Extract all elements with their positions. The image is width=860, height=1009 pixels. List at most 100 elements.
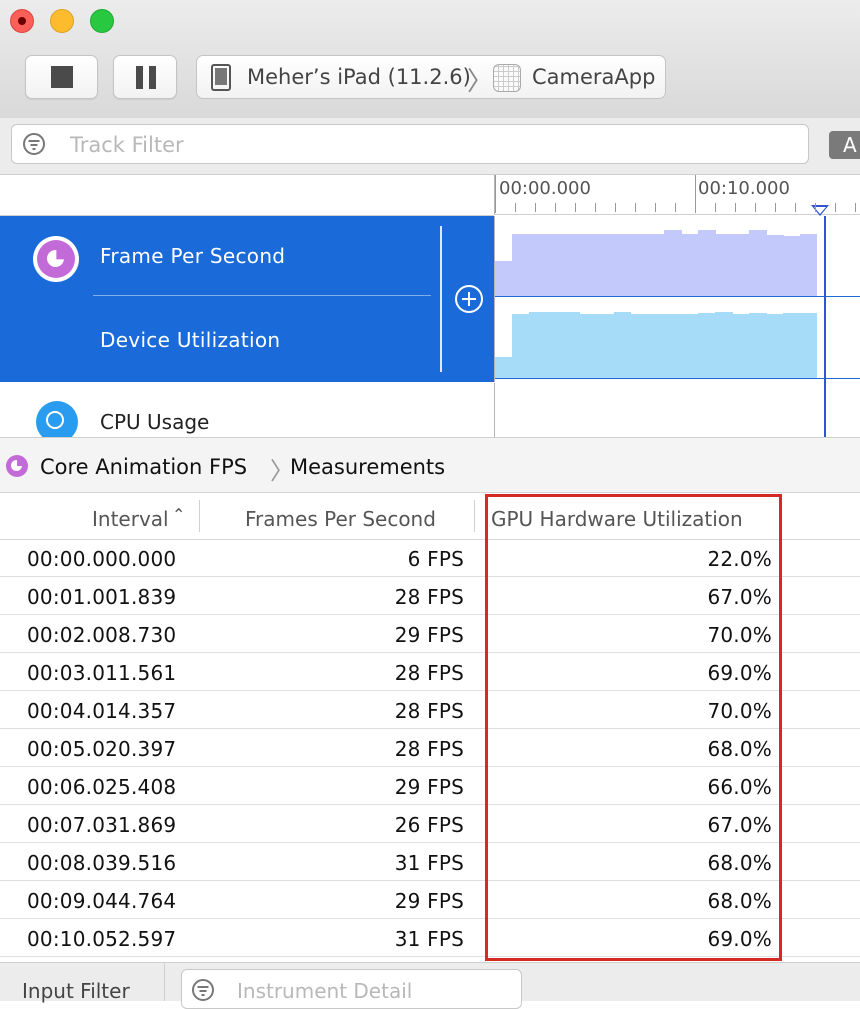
close-dot-icon: [18, 17, 26, 25]
table-row[interactable]: 00:06.025.408 29 FPS 66.0%: [0, 767, 860, 805]
pause-icon: [136, 66, 143, 89]
table-row[interactable]: 00:00.000.000 6 FPS 22.0%: [0, 539, 860, 577]
gpu-utilization-cell: 70.0%: [707, 699, 772, 723]
fps-cell: 28 FPS: [394, 661, 464, 685]
fps-graph-bar: [698, 230, 716, 296]
ruler-minor-tick: [555, 203, 556, 212]
gpu-utilization-cell: 70.0%: [707, 623, 772, 647]
utilization-graph-bar: [800, 313, 818, 378]
fps-graph-bar: [664, 230, 682, 296]
gpu-utilization-cell: 69.0%: [707, 927, 772, 951]
ipad-icon: [211, 64, 231, 91]
interval-cell: 00:03.011.561: [27, 661, 177, 685]
fps-cell: 28 FPS: [394, 585, 464, 609]
fps-cell: 29 FPS: [394, 623, 464, 647]
ruler-major-tick: [495, 175, 496, 213]
breadcrumb-instrument[interactable]: Core Animation FPS: [40, 455, 247, 479]
interval-cell: 00:02.008.730: [27, 623, 177, 647]
ruler-minor-tick: [835, 203, 836, 212]
track-cpu-usage[interactable]: CPU Usage: [0, 383, 494, 443]
ruler-minor-tick: [735, 203, 736, 212]
fps-cell: 26 FPS: [394, 813, 464, 837]
measurements-table: 00:00.000.000 6 FPS 22.0% 00:01.001.839 28 F…: [0, 539, 860, 957]
sort-ascending-icon[interactable]: ⌃: [172, 505, 185, 524]
utilization-graph-bar: [545, 312, 564, 378]
fps-cell: 29 FPS: [394, 775, 464, 799]
track-filter-input[interactable]: Track Filter: [11, 124, 809, 164]
table-row[interactable]: 00:08.039.516 31 FPS 68.0%: [0, 843, 860, 881]
close-window-button[interactable]: [10, 9, 34, 33]
column-header-fps[interactable]: Frames Per Second: [245, 507, 436, 531]
ruler-minor-tick: [575, 203, 576, 212]
zoom-window-button[interactable]: [90, 9, 114, 33]
ruler-minor-tick: [795, 203, 796, 212]
target-app-name: CameraApp: [532, 65, 656, 89]
target-device-selector[interactable]: Meher’s iPad (11.2.6) 〉 CameraApp: [196, 55, 666, 99]
ruler-minor-tick: [815, 203, 816, 212]
time-ruler[interactable]: 00:00.000 00:10.000: [494, 175, 860, 216]
table-row[interactable]: 00:05.020.397 28 FPS 68.0%: [0, 729, 860, 767]
track-graph-core-animation[interactable]: [494, 216, 860, 456]
ruler-minor-tick: [535, 203, 536, 212]
utilization-graph-bar: [732, 313, 750, 378]
table-row[interactable]: 00:01.001.839 28 FPS 67.0%: [0, 577, 860, 615]
column-divider[interactable]: [199, 500, 200, 532]
strategy-button[interactable]: A: [829, 131, 860, 159]
core-animation-small-icon: [6, 455, 28, 477]
utilization-graph-bar: [749, 313, 767, 378]
table-row[interactable]: 00:10.052.597 31 FPS 69.0%: [0, 919, 860, 957]
track-label-cpu-usage: CPU Usage: [100, 410, 210, 434]
input-filter-label[interactable]: Input Filter: [22, 979, 130, 1003]
fps-graph-bar: [528, 233, 547, 296]
interval-cell: 00:04.014.357: [27, 699, 177, 723]
table-row[interactable]: 00:07.031.869 26 FPS 67.0%: [0, 805, 860, 843]
fps-graph-bar: [511, 234, 530, 296]
fps-graph-bar: [766, 235, 784, 296]
fps-graph-bar: [495, 260, 513, 296]
table-row[interactable]: 00:04.014.357 28 FPS 70.0%: [0, 691, 860, 729]
gpu-utilization-cell: 66.0%: [707, 775, 772, 799]
table-row[interactable]: 00:03.011.561 28 FPS 69.0%: [0, 653, 860, 691]
device-utilization-graph: [495, 298, 860, 379]
utilization-graph-bar: [783, 313, 801, 378]
utilization-graph-bar: [698, 313, 716, 378]
table-row[interactable]: 00:02.008.730 29 FPS 70.0%: [0, 615, 860, 653]
interval-cell: 00:00.000.000: [27, 547, 177, 571]
filter-icon: [23, 133, 45, 155]
track-graph-cpu-usage[interactable]: [494, 383, 860, 437]
column-header-gpu[interactable]: GPU Hardware Utilization: [491, 507, 743, 531]
ruler-minor-tick: [715, 203, 716, 212]
utilization-graph-bar: [528, 312, 547, 378]
selected-track-core-animation[interactable]: Frame Per Second Device Utilization: [0, 216, 494, 382]
ruler-major-tick: [695, 175, 696, 213]
table-row[interactable]: 00:09.044.764 29 FPS 68.0%: [0, 881, 860, 919]
column-header-interval[interactable]: Interval: [92, 507, 169, 531]
fps-graph-bar: [749, 230, 767, 296]
column-divider[interactable]: [474, 500, 475, 532]
fps-graph-bar: [783, 235, 801, 296]
ruler-minor-tick: [855, 203, 856, 212]
app-icon: [493, 64, 521, 92]
fps-graph-bar: [800, 234, 818, 296]
playhead-line: [824, 383, 826, 437]
filter-icon: [192, 979, 214, 1001]
add-track-plus-icon[interactable]: [455, 285, 483, 313]
utilization-graph-bar: [562, 312, 581, 378]
utilization-graph-bar: [681, 313, 699, 378]
breadcrumb-view[interactable]: Measurements: [290, 455, 445, 479]
fps-cell: 31 FPS: [394, 851, 464, 875]
stop-icon: [51, 66, 73, 88]
pause-recording-button[interactable]: [113, 55, 177, 99]
minimize-window-button[interactable]: [50, 9, 74, 33]
interval-cell: 00:07.031.869: [27, 813, 177, 837]
window-toolbar: Meher’s iPad (11.2.6) 〉 CameraApp: [0, 0, 860, 119]
playhead-marker-icon[interactable]: [811, 205, 829, 216]
utilization-graph-bar: [613, 312, 632, 378]
stop-recording-button[interactable]: [25, 55, 98, 99]
gpu-utilization-cell: 67.0%: [707, 585, 772, 609]
instrument-detail-placeholder: Instrument Detail: [237, 979, 413, 1003]
instrument-detail-input[interactable]: Instrument Detail: [181, 969, 522, 1009]
fps-cell: 29 FPS: [394, 889, 464, 913]
ruler-minor-tick: [675, 203, 676, 212]
chevron-right-icon: 〉: [467, 67, 494, 97]
